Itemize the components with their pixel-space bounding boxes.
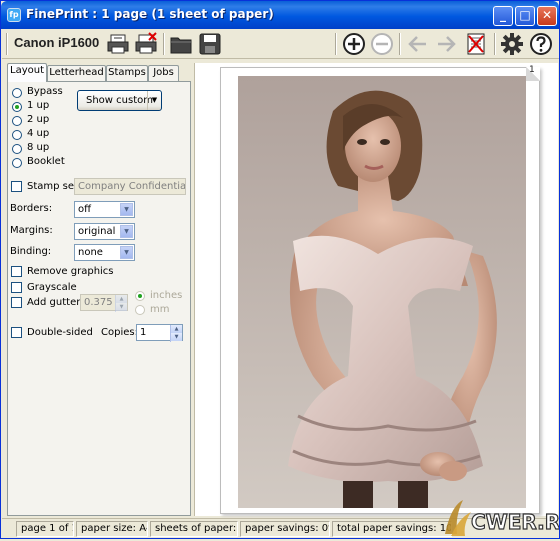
status-sheets: sheets of paper: 1	[150, 521, 238, 537]
left-panel: Layout Letterhead Stamps Jobs Bypass 1 u…	[7, 63, 191, 516]
mode-booklet-radio[interactable]	[12, 158, 22, 168]
mode-2up-radio[interactable]	[12, 116, 22, 126]
page-photo-content	[238, 76, 526, 508]
status-total-savings: total paper savings: 100%	[332, 521, 452, 537]
arrow-left-icon[interactable]	[406, 32, 430, 56]
folder-open-icon[interactable]	[169, 32, 193, 56]
copies-value: 1	[140, 327, 147, 338]
unit-inches-radio[interactable]	[135, 291, 145, 301]
unit-inches-label[interactable]: inches	[150, 290, 182, 301]
binding-select[interactable]: none ▼	[74, 244, 135, 261]
stamp-set-field[interactable]: Company Confidential	[74, 178, 186, 195]
borders-select[interactable]: off ▼	[74, 201, 135, 218]
add-page-icon[interactable]	[342, 32, 366, 56]
settings-gear-icon[interactable]	[500, 32, 524, 56]
mode-bypass-label[interactable]: Bypass	[27, 86, 63, 97]
unit-mm-label[interactable]: mm	[150, 304, 169, 315]
binding-value: none	[78, 247, 103, 258]
show-custom-label: Show custom	[86, 95, 153, 106]
maximize-button[interactable]: □	[515, 6, 535, 26]
mode-1up-label[interactable]: 1 up	[27, 100, 49, 111]
borders-value: off	[78, 204, 92, 215]
printer-delete-icon[interactable]	[134, 32, 158, 56]
margins-value: original	[78, 226, 116, 237]
mode-booklet-label[interactable]: Booklet	[27, 156, 65, 167]
fineprint-window: fp FinePrint : 1 page (1 sheet of paper)…	[0, 0, 560, 539]
mode-4up-label[interactable]: 4 up	[27, 128, 49, 139]
gutter-spinner[interactable]: ▲ ▼	[115, 295, 127, 312]
grayscale-checkbox[interactable]	[11, 282, 22, 293]
margins-select[interactable]: original ▼	[74, 223, 135, 240]
borders-label: Borders:	[10, 203, 53, 214]
mode-1up-radio[interactable]	[12, 102, 22, 112]
tab-jobs[interactable]: Jobs	[148, 65, 179, 81]
toolbar-separator	[6, 33, 8, 55]
tab-letterhead[interactable]: Letterhead	[47, 65, 106, 81]
close-button[interactable]: ✕	[537, 6, 557, 26]
preview-page[interactable]	[220, 67, 540, 514]
printer-name[interactable]: Canon iP1600	[14, 35, 99, 50]
status-page: page 1 of 1	[16, 521, 74, 537]
mode-bypass-radio[interactable]	[12, 88, 22, 98]
double-sided-label[interactable]: Double-sided	[27, 327, 93, 338]
remove-graphics-checkbox[interactable]	[11, 266, 22, 277]
arrow-right-icon[interactable]	[434, 32, 458, 56]
save-icon[interactable]	[198, 32, 222, 56]
help-icon[interactable]	[529, 32, 553, 56]
remove-page-icon[interactable]	[370, 32, 394, 56]
delete-page-icon[interactable]	[464, 32, 488, 56]
toolbar-separator	[399, 33, 401, 55]
binding-label: Binding:	[10, 246, 52, 257]
chevron-down-icon[interactable]: ▼	[120, 246, 133, 259]
fineprint-app-icon[interactable]: fp	[7, 8, 21, 22]
tab-stamps[interactable]: Stamps	[106, 65, 148, 81]
toolbar-separator	[494, 33, 496, 55]
copies-label: Copies:	[101, 327, 138, 338]
layout-tab-page: Bypass 1 up 2 up 4 up 8 up Booklet Show …	[7, 81, 191, 516]
remove-graphics-label[interactable]: Remove graphics	[27, 266, 114, 277]
toolbar: Canon iP1600	[2, 29, 559, 59]
mode-8up-label[interactable]: 8 up	[27, 142, 49, 153]
add-gutters-label[interactable]: Add gutters	[27, 297, 86, 308]
toolbar-separator	[335, 33, 337, 55]
mode-2up-label[interactable]: 2 up	[27, 114, 49, 125]
mode-4up-radio[interactable]	[12, 130, 22, 140]
chevron-down-icon[interactable]: ▼	[120, 203, 133, 216]
page-number: 1	[529, 65, 535, 75]
unit-mm-radio[interactable]	[135, 305, 145, 315]
grayscale-label[interactable]: Grayscale	[27, 282, 77, 293]
print-preview-area[interactable]: 1	[194, 63, 558, 516]
status-paper-savings: paper savings: 0%	[240, 521, 330, 537]
toolbar-separator	[163, 33, 165, 55]
cwer-watermark-logo: CWER.RU	[441, 496, 560, 538]
woman-in-dress-image	[238, 76, 526, 508]
minimize-button[interactable]: _	[493, 6, 513, 26]
printer-icon[interactable]	[106, 32, 130, 56]
tab-layout[interactable]: Layout	[7, 63, 47, 82]
gutter-size-value: 0.375	[84, 297, 113, 308]
mode-8up-radio[interactable]	[12, 144, 22, 154]
status-paper-size: paper size: A4	[76, 521, 148, 537]
double-sided-checkbox[interactable]	[11, 327, 22, 338]
chevron-down-icon[interactable]: ▼	[147, 91, 161, 110]
title-bar[interactable]: fp FinePrint : 1 page (1 sheet of paper)…	[1, 1, 559, 29]
margins-label: Margins:	[10, 225, 53, 236]
watermark-text: CWER.RU	[471, 510, 559, 534]
show-custom-button[interactable]: Show custom ▼	[77, 90, 162, 111]
copies-spinner[interactable]: ▲ ▼	[170, 325, 182, 342]
stamp-set-label[interactable]: Stamp set	[27, 181, 78, 192]
add-gutters-checkbox[interactable]	[11, 297, 22, 308]
window-title: FinePrint : 1 page (1 sheet of paper)	[26, 7, 274, 21]
stamp-set-checkbox[interactable]	[11, 181, 22, 192]
chevron-down-icon[interactable]: ▼	[120, 225, 133, 238]
